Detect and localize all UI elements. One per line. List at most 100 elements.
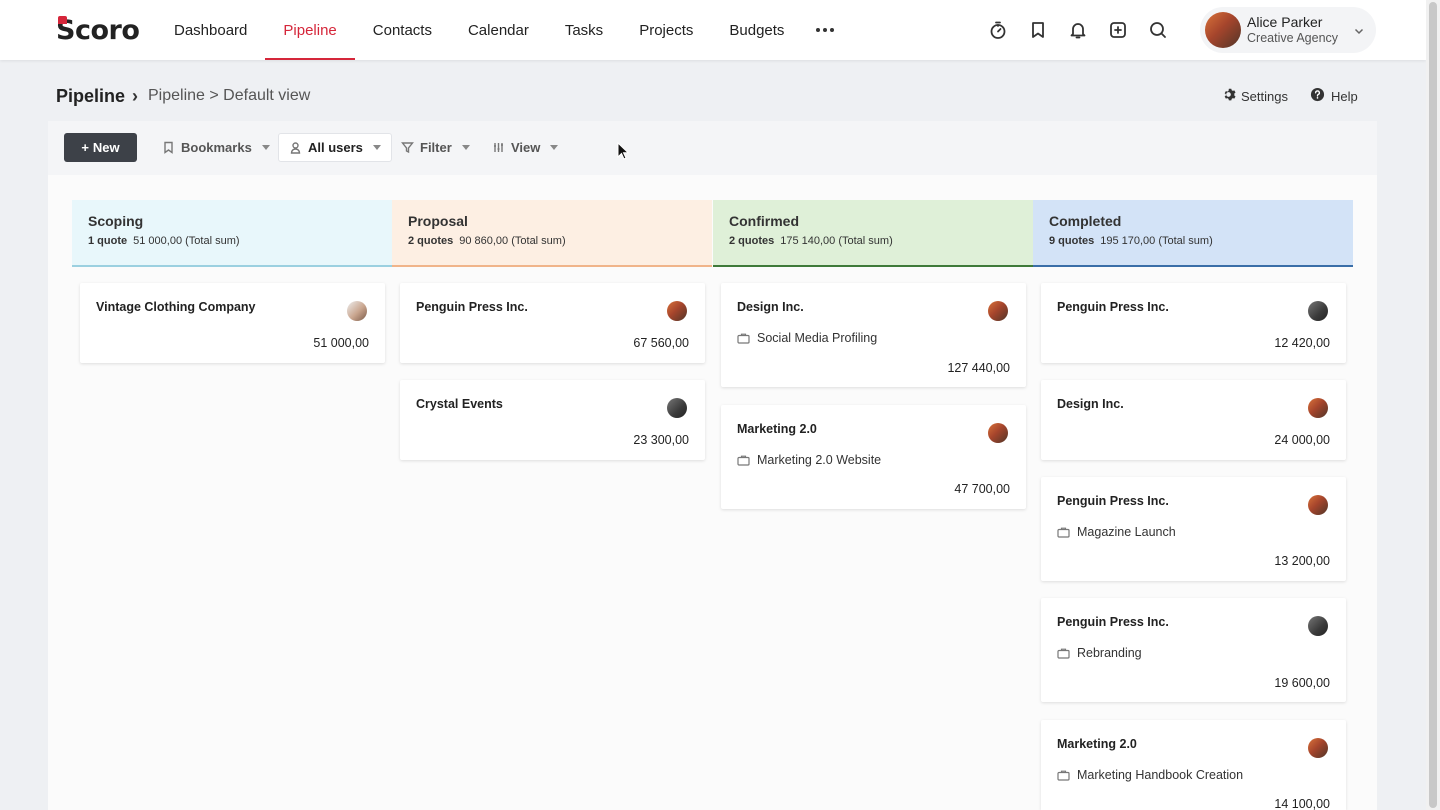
briefcase-icon — [1057, 648, 1070, 659]
column-title: Confirmed — [729, 213, 799, 229]
owner-avatar — [667, 301, 687, 321]
card-project-name: Marketing 2.0 Website — [757, 453, 882, 467]
new-button[interactable]: + New — [64, 133, 137, 162]
briefcase-icon — [737, 455, 750, 466]
card-amount: 14 100,00 — [1274, 797, 1330, 810]
nav-tasks[interactable]: Tasks — [547, 0, 621, 60]
column-scoping: Scoping 1 quote 51 000,00 (Total sum) — [72, 200, 392, 267]
card-amount: 51 000,00 — [313, 336, 369, 350]
quote-card[interactable]: Penguin Press Inc. 67 560,00 — [400, 283, 705, 363]
card-project-name: Magazine Launch — [1077, 525, 1176, 539]
column-summary: 2 quotes 175 140,00 (Total sum) — [729, 235, 1017, 247]
nav-dashboard[interactable]: Dashboard — [156, 0, 265, 60]
column-summary: 1 quote 51 000,00 (Total sum) — [88, 235, 376, 247]
card-project: Social Media Profiling — [737, 331, 877, 345]
card-company: Marketing 2.0 — [1057, 737, 1137, 751]
bookmarks-dropdown[interactable]: Bookmarks — [152, 133, 280, 162]
user-organization: Creative Agency — [1247, 31, 1339, 45]
breadcrumb-view-selector[interactable]: Pipeline > Default view — [148, 87, 310, 105]
help-icon — [1310, 87, 1325, 105]
new-button-label: New — [92, 140, 120, 155]
owner-avatar — [988, 423, 1008, 443]
scoro-logo[interactable]: Scoro — [56, 15, 140, 46]
owner-avatar — [988, 301, 1008, 321]
breadcrumb-separator: › — [132, 86, 138, 106]
scrollbar-thumb[interactable] — [1429, 2, 1437, 808]
quote-count: 2 quotes — [408, 235, 454, 247]
column-title: Completed — [1049, 213, 1122, 229]
filter-icon — [401, 142, 414, 154]
owner-avatar — [1308, 398, 1328, 418]
nav-calendar[interactable]: Calendar — [450, 0, 547, 60]
quote-card[interactable]: Design Inc. Social Media Profiling 127 4… — [721, 283, 1026, 387]
top-navigation-bar: Scoro Dashboard Pipeline Contacts Calend… — [0, 0, 1426, 60]
users-dropdown[interactable]: All users — [278, 133, 392, 162]
quote-card[interactable]: Penguin Press Inc. Rebranding 19 600,00 — [1041, 598, 1346, 702]
quote-card[interactable]: Crystal Events 23 300,00 — [400, 380, 705, 460]
card-company: Vintage Clothing Company — [96, 300, 256, 314]
card-project: Marketing 2.0 Website — [737, 453, 881, 467]
user-avatar — [1205, 12, 1241, 48]
card-amount: 24 000,00 — [1274, 433, 1330, 447]
help-link[interactable]: Help — [1310, 87, 1358, 105]
column-divider — [72, 265, 392, 267]
card-amount: 127 440,00 — [947, 361, 1010, 375]
view-settings-icon — [494, 143, 503, 152]
column-total-sum: 90 860,00 (Total sum) — [459, 235, 566, 247]
mouse-cursor-icon — [617, 141, 630, 160]
column-title: Proposal — [408, 213, 468, 229]
bookmark-icon[interactable] — [1026, 17, 1050, 43]
page-scrollbar[interactable] — [1426, 0, 1440, 810]
card-project-name: Rebranding — [1077, 646, 1142, 660]
card-project: Magazine Launch — [1057, 525, 1176, 539]
briefcase-icon — [1057, 770, 1070, 781]
column-total-sum: 51 000,00 (Total sum) — [133, 235, 240, 247]
column-header: Scoping 1 quote 51 000,00 (Total sum) — [72, 200, 392, 267]
quote-card[interactable]: Marketing 2.0 Marketing Handbook Creatio… — [1041, 720, 1346, 810]
column-total-sum: 195 170,00 (Total sum) — [1100, 235, 1213, 247]
card-amount: 23 300,00 — [633, 433, 689, 447]
page-title[interactable]: Pipeline — [56, 86, 125, 107]
quote-count: 2 quotes — [729, 235, 775, 247]
timer-icon[interactable] — [986, 17, 1010, 43]
card-company: Design Inc. — [1057, 397, 1124, 411]
settings-label: Settings — [1241, 88, 1288, 104]
column-confirmed: Confirmed 2 quotes 175 140,00 (Total sum) — [713, 200, 1033, 267]
briefcase-icon — [1057, 527, 1070, 538]
add-square-icon[interactable] — [1106, 17, 1130, 43]
card-company: Design Inc. — [737, 300, 804, 314]
card-company: Penguin Press Inc. — [416, 300, 528, 314]
card-amount: 12 420,00 — [1274, 336, 1330, 350]
bookmark-icon — [164, 141, 173, 154]
view-dropdown[interactable]: View — [482, 133, 568, 162]
settings-link[interactable]: Settings — [1221, 87, 1288, 105]
filter-dropdown[interactable]: Filter — [391, 133, 480, 162]
nav-contacts[interactable]: Contacts — [355, 0, 450, 60]
nav-budgets[interactable]: Budgets — [711, 0, 802, 60]
user-menu[interactable]: Alice Parker Creative Agency — [1200, 7, 1376, 53]
search-icon[interactable] — [1146, 17, 1170, 43]
user-name: Alice Parker — [1247, 14, 1323, 30]
card-amount: 47 700,00 — [954, 482, 1010, 496]
card-company: Crystal Events — [416, 397, 503, 411]
quote-card[interactable]: Penguin Press Inc. 12 420,00 — [1041, 283, 1346, 363]
nav-pipeline[interactable]: Pipeline — [265, 0, 356, 60]
quote-count: 1 quote — [88, 235, 128, 247]
card-company: Penguin Press Inc. — [1057, 300, 1169, 314]
card-company: Penguin Press Inc. — [1057, 615, 1169, 629]
more-menu-icon[interactable] — [802, 0, 848, 60]
quote-card[interactable]: Penguin Press Inc. Magazine Launch 13 20… — [1041, 477, 1346, 581]
nav-projects[interactable]: Projects — [621, 0, 711, 60]
card-project-name: Marketing Handbook Creation — [1077, 768, 1244, 782]
bell-icon[interactable] — [1066, 17, 1090, 43]
caret-down-icon — [261, 145, 270, 150]
quote-card[interactable]: Design Inc. 24 000,00 — [1041, 380, 1346, 460]
help-label: Help — [1331, 88, 1358, 104]
column-divider — [713, 265, 1033, 267]
quote-card[interactable]: Marketing 2.0 Marketing 2.0 Website 47 7… — [721, 405, 1026, 509]
column-divider — [1033, 265, 1353, 267]
view-label: View — [511, 140, 541, 155]
column-summary: 9 quotes 195 170,00 (Total sum) — [1049, 235, 1337, 247]
caret-down-icon — [550, 145, 559, 150]
quote-card[interactable]: Vintage Clothing Company 51 000,00 — [80, 283, 385, 363]
